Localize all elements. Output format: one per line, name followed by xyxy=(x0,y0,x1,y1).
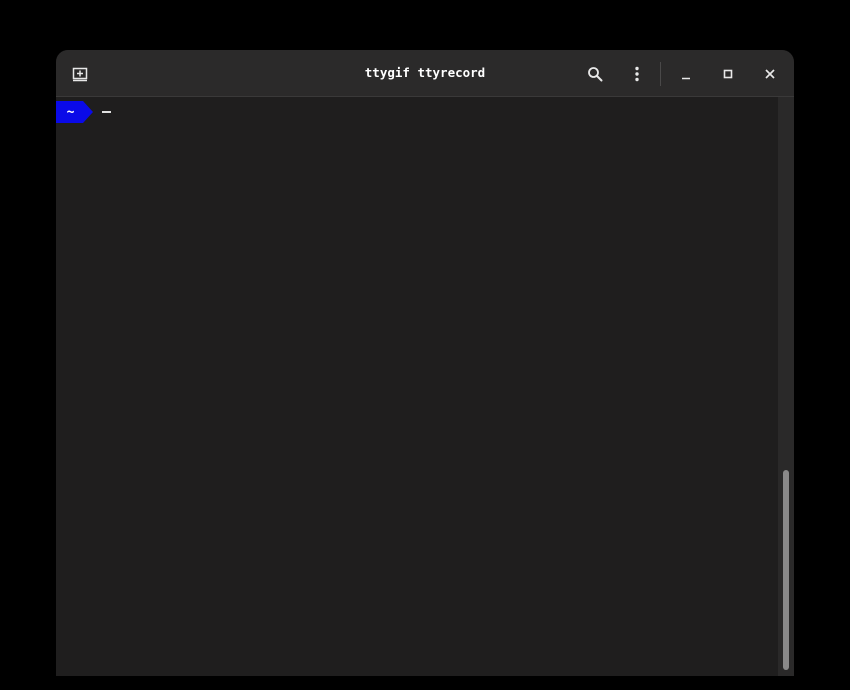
scrollbar-thumb[interactable] xyxy=(783,470,789,670)
menu-button[interactable] xyxy=(621,58,653,90)
title-bar[interactable]: ttygif ttyrecord xyxy=(56,50,794,97)
titlebar-separator xyxy=(660,62,661,86)
prompt-arrow xyxy=(83,101,93,123)
minimize-icon xyxy=(680,68,692,80)
close-icon xyxy=(764,68,776,80)
new-tab-button[interactable] xyxy=(64,58,96,90)
close-button[interactable] xyxy=(754,58,786,90)
minimize-button[interactable] xyxy=(670,58,702,90)
text-cursor xyxy=(102,111,111,113)
shell-prompt: ~ xyxy=(56,101,93,123)
search-icon xyxy=(587,66,603,82)
kebab-menu-icon xyxy=(629,66,645,82)
prompt-directory: ~ xyxy=(56,101,83,123)
maximize-icon xyxy=(722,68,734,80)
search-button[interactable] xyxy=(579,58,611,90)
new-tab-icon xyxy=(72,66,88,82)
terminal-area[interactable]: ~ xyxy=(56,97,778,676)
scrollbar[interactable] xyxy=(778,97,794,676)
maximize-button[interactable] xyxy=(712,58,744,90)
terminal-window: ttygif ttyrecord ~ xyxy=(56,50,794,676)
